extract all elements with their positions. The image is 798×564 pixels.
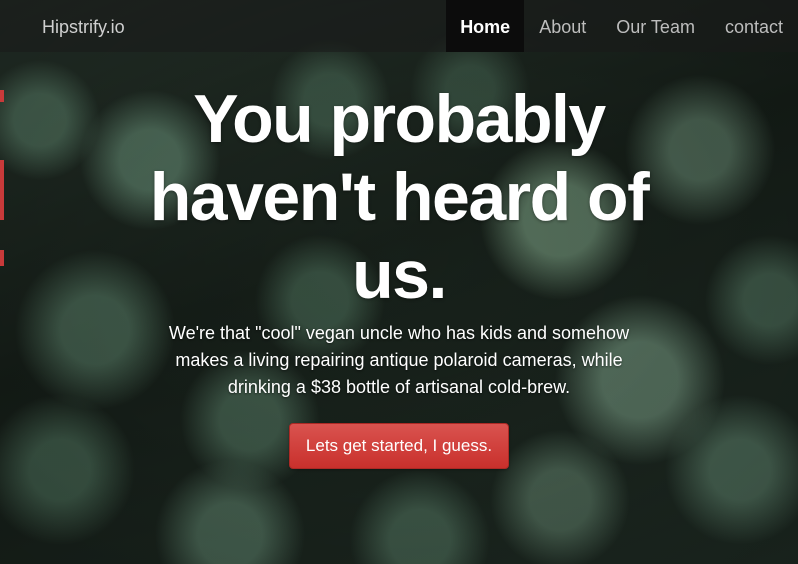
get-started-button[interactable]: Lets get started, I guess. (288, 423, 510, 469)
brand-link[interactable]: Hipstrify.io (42, 0, 125, 52)
hero-heading: You probably haven't heard of us. (149, 81, 650, 313)
landing-page: Hipstrify.io Home About Our Team contact… (0, 0, 798, 564)
nav-item-about[interactable]: About (524, 0, 601, 52)
nav-item-home[interactable]: Home (446, 0, 525, 52)
hero-section: You probably haven't heard of us. We're … (0, 80, 798, 469)
nav-item-contact[interactable]: contact (710, 0, 798, 52)
nav-item-our-team[interactable]: Our Team (601, 0, 710, 52)
nav-menu: Home About Our Team contact (446, 0, 798, 52)
navbar: Hipstrify.io Home About Our Team contact (0, 0, 798, 52)
hero-lead-text: We're that "cool" vegan uncle who has ki… (168, 323, 630, 397)
